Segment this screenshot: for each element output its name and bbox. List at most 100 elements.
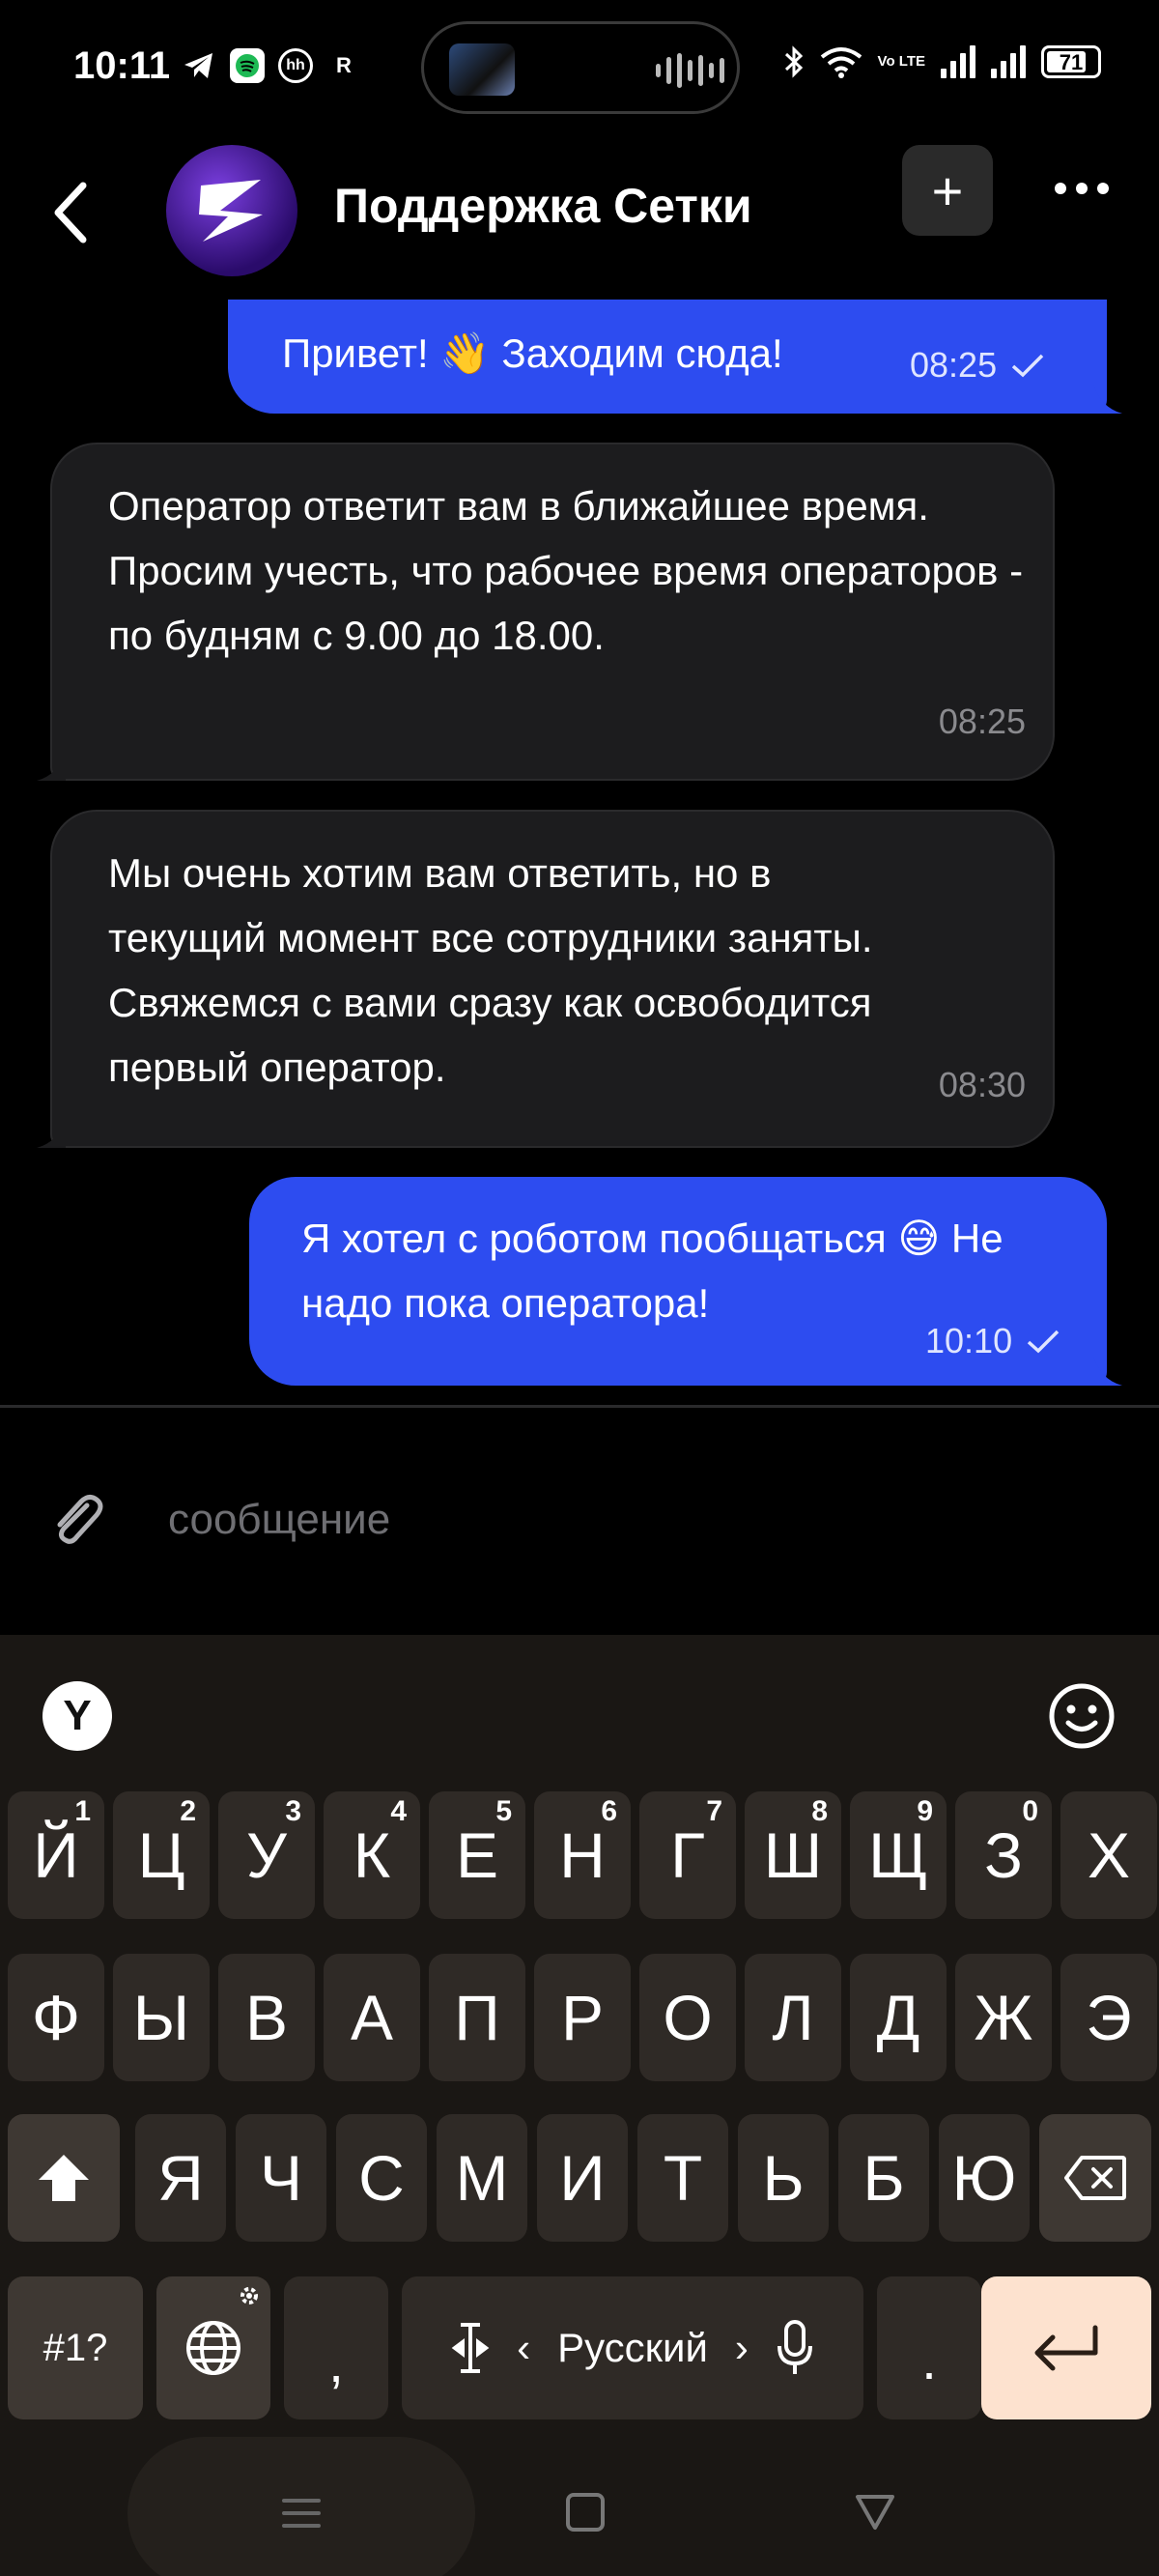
more-button[interactable]: [1043, 164, 1120, 213]
key-number-hint: 1: [74, 1795, 91, 1827]
attach-button[interactable]: [44, 1488, 108, 1552]
letter-key[interactable]: Й1: [8, 1791, 104, 1919]
letter-key[interactable]: Н6: [534, 1791, 631, 1919]
letter-key[interactable]: Ы: [113, 1954, 210, 2081]
hh-icon: hh: [278, 48, 313, 83]
back-button[interactable]: [42, 174, 100, 251]
message-meta: 08:25: [910, 332, 1045, 397]
dynamic-island[interactable]: [421, 21, 740, 114]
letter-key[interactable]: Л: [745, 1954, 841, 2081]
key-label: И: [559, 2142, 606, 2214]
letter-key[interactable]: Ц2: [113, 1791, 210, 1919]
bubble-tail: [37, 1119, 66, 1148]
bluetooth-icon: [784, 45, 803, 78]
yandex-button[interactable]: Y: [42, 1681, 112, 1751]
key-label: Г: [670, 1819, 705, 1891]
enter-key[interactable]: [981, 2276, 1151, 2419]
letter-key[interactable]: Е5: [429, 1791, 525, 1919]
smile-icon: [1049, 1683, 1115, 1749]
r-icon: R: [336, 53, 352, 77]
letter-key[interactable]: О: [639, 1954, 736, 2081]
key-label: Б: [862, 2142, 905, 2214]
chat-header: Поддержка Сетки +: [0, 135, 1159, 290]
letter-key[interactable]: Щ9: [850, 1791, 947, 1919]
key-label: К: [353, 1819, 391, 1891]
key-label: Ф: [31, 1982, 81, 2053]
status-time: 10:11: [73, 44, 171, 87]
message-input[interactable]: [168, 1486, 1037, 1554]
menu-icon: [282, 2499, 321, 2528]
letter-key[interactable]: С: [336, 2114, 427, 2242]
letter-key[interactable]: Т: [637, 2114, 728, 2242]
comma-key[interactable]: ,: [284, 2276, 388, 2419]
microphone-icon: [777, 2320, 812, 2374]
period-key[interactable]: .: [877, 2276, 981, 2419]
shift-key[interactable]: [8, 2114, 120, 2242]
letter-key[interactable]: Ж: [955, 1954, 1052, 2081]
key-number-hint: 6: [601, 1795, 617, 1827]
symbols-label: #1?: [42, 2326, 108, 2369]
lang-next: ›: [734, 2325, 749, 2370]
home-button[interactable]: [566, 2493, 605, 2532]
key-label: Р: [560, 1982, 605, 2053]
message-incoming[interactable]: Мы очень хотим вам ответить, но в текущи…: [37, 810, 1055, 1148]
emoji-button[interactable]: [1047, 1681, 1117, 1751]
letter-key[interactable]: Ф: [8, 1954, 104, 2081]
language-key[interactable]: [156, 2276, 270, 2419]
chat-title[interactable]: Поддержка Сетки: [334, 178, 752, 234]
letter-key[interactable]: Я: [135, 2114, 226, 2242]
key-label: Ц: [137, 1819, 185, 1891]
symbols-key[interactable]: #1?: [8, 2276, 143, 2419]
spotify-icon: [230, 48, 265, 83]
message-incoming[interactable]: Оператор ответит вам в ближайшее время. …: [37, 443, 1055, 781]
letter-key[interactable]: В: [218, 1954, 315, 2081]
add-button[interactable]: +: [902, 145, 993, 236]
letter-key[interactable]: М: [437, 2114, 527, 2242]
letter-key[interactable]: Ю: [939, 2114, 1030, 2242]
letter-key[interactable]: З0: [955, 1791, 1052, 1919]
setka-logo-icon: [199, 180, 263, 242]
bubble-tail: [37, 752, 66, 781]
letter-key[interactable]: Г7: [639, 1791, 736, 1919]
letter-key[interactable]: П: [429, 1954, 525, 2081]
key-label: У: [246, 1819, 287, 1891]
back-triangle-icon[interactable]: [854, 2491, 896, 2533]
letter-key[interactable]: Д: [850, 1954, 947, 2081]
key-label: Ш: [763, 1819, 823, 1891]
check-icon: [1027, 1330, 1060, 1353]
message-outgoing[interactable]: Привет! 👋 Заходим сюда! 08:25: [228, 300, 1122, 414]
letter-key[interactable]: Ш8: [745, 1791, 841, 1919]
globe-icon: [186, 2321, 240, 2375]
key-label: О: [663, 1982, 713, 2053]
key-label: Ж: [974, 1982, 1033, 2053]
recent-apps-button[interactable]: [127, 2437, 475, 2576]
letter-key[interactable]: А: [324, 1954, 420, 2081]
avatar[interactable]: [166, 145, 297, 276]
key-label: Ю: [951, 2142, 1017, 2214]
letter-key[interactable]: Б: [838, 2114, 929, 2242]
letter-key[interactable]: Р: [534, 1954, 631, 2081]
letter-key[interactable]: Х: [1060, 1791, 1157, 1919]
message-outgoing[interactable]: Я хотел с роботом пообщаться 😅 Не надо п…: [249, 1177, 1122, 1386]
letter-key[interactable]: И: [537, 2114, 628, 2242]
space-key[interactable]: ‹ Русский ›: [402, 2276, 863, 2419]
key-label: М: [455, 2142, 509, 2214]
letter-key[interactable]: К4: [324, 1791, 420, 1919]
message-text: Оператор ответит вам в ближайшее время. …: [108, 483, 1024, 658]
comma-label: ,: [328, 2332, 344, 2393]
key-label: Щ: [868, 1819, 928, 1891]
key-label: Э: [1086, 1982, 1132, 2053]
key-label: Ы: [132, 1982, 190, 2053]
key-label: П: [454, 1982, 500, 2053]
backspace-key[interactable]: [1039, 2114, 1151, 2242]
letter-key[interactable]: Ч: [236, 2114, 326, 2242]
letter-key[interactable]: У3: [218, 1791, 315, 1919]
letter-key[interactable]: Э: [1060, 1954, 1157, 2081]
letter-key[interactable]: Ь: [738, 2114, 829, 2242]
key-label: А: [350, 1982, 394, 2053]
key-label: Ч: [260, 2142, 302, 2214]
media-thumbnail: [449, 43, 515, 96]
key-label: В: [244, 1982, 289, 2053]
check-icon: [1011, 354, 1044, 377]
space-language-label: Русский: [557, 2325, 708, 2370]
